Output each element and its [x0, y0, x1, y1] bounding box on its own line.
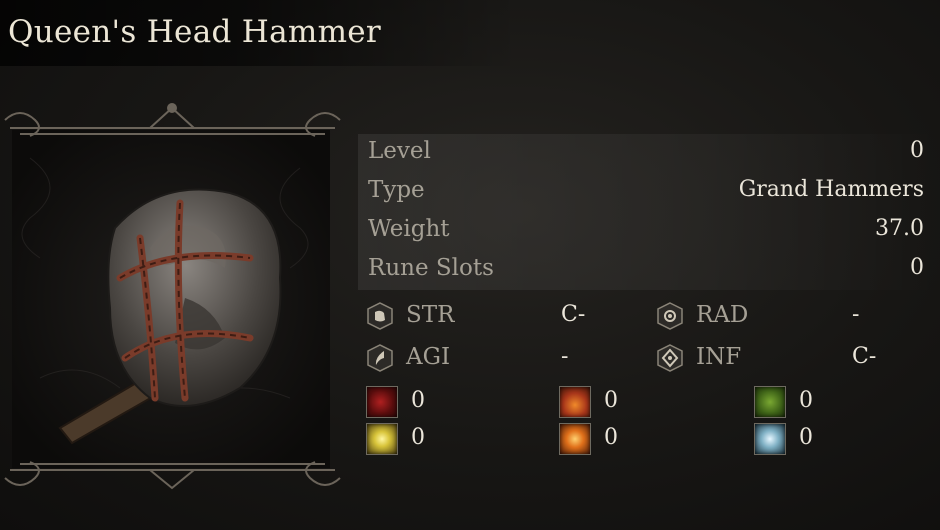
status-value: 0 — [604, 388, 618, 413]
attribute-label: INF — [696, 344, 742, 370]
item-name: Queen's Head Hammer — [8, 14, 382, 50]
stat-value: 37.0 — [875, 216, 924, 241]
status-value: 0 — [411, 425, 425, 450]
status-fire: 0 — [559, 386, 659, 422]
stat-label: Rune Slots — [368, 255, 494, 281]
status-value: 0 — [799, 425, 813, 450]
influence-icon — [657, 344, 683, 372]
attribute-grade: C- — [852, 344, 877, 369]
status-bleed: 0 — [366, 386, 466, 422]
attribute-rad: RAD - — [656, 299, 896, 335]
stat-row-rune-slots: Rune Slots 0 — [358, 251, 940, 290]
agility-icon — [367, 344, 393, 372]
strength-icon — [367, 302, 393, 330]
attribute-inf: INF C- — [656, 341, 896, 377]
item-portrait — [0, 98, 345, 498]
status-explosion: 0 — [559, 423, 659, 459]
attribute-str: STR C- — [366, 299, 626, 335]
stat-value: 0 — [910, 255, 924, 280]
stat-label: Weight — [368, 216, 450, 242]
stat-row-level: Level 0 — [358, 134, 940, 173]
status-value: 0 — [799, 388, 813, 413]
status-poison: 0 — [754, 386, 854, 422]
holy-icon — [366, 423, 398, 455]
stat-label: Type — [368, 177, 425, 203]
stats-panel: Level 0 Type Grand Hammers Weight 37.0 R… — [358, 134, 940, 290]
status-holy: 0 — [366, 423, 466, 459]
radiance-icon — [657, 302, 683, 330]
frost-icon — [754, 423, 786, 455]
stat-row-type: Type Grand Hammers — [358, 173, 940, 212]
status-value: 0 — [604, 425, 618, 450]
stat-value: Grand Hammers — [738, 177, 924, 202]
attribute-label: AGI — [406, 344, 451, 370]
poison-icon — [754, 386, 786, 418]
status-value: 0 — [411, 388, 425, 413]
explosion-icon — [559, 423, 591, 455]
fire-icon — [559, 386, 591, 418]
attribute-label: RAD — [696, 302, 749, 328]
bleed-icon — [366, 386, 398, 418]
title-bar: Queen's Head Hammer — [0, 0, 520, 66]
stat-row-weight: Weight 37.0 — [358, 212, 940, 251]
attribute-grade: - — [561, 344, 569, 369]
stat-value: 0 — [910, 138, 924, 163]
attribute-label: STR — [406, 302, 455, 328]
attribute-grade: - — [852, 302, 860, 327]
attribute-agi: AGI - — [366, 341, 626, 377]
stat-label: Level — [368, 138, 431, 164]
status-frost: 0 — [754, 423, 854, 459]
attribute-grade: C- — [561, 302, 586, 327]
